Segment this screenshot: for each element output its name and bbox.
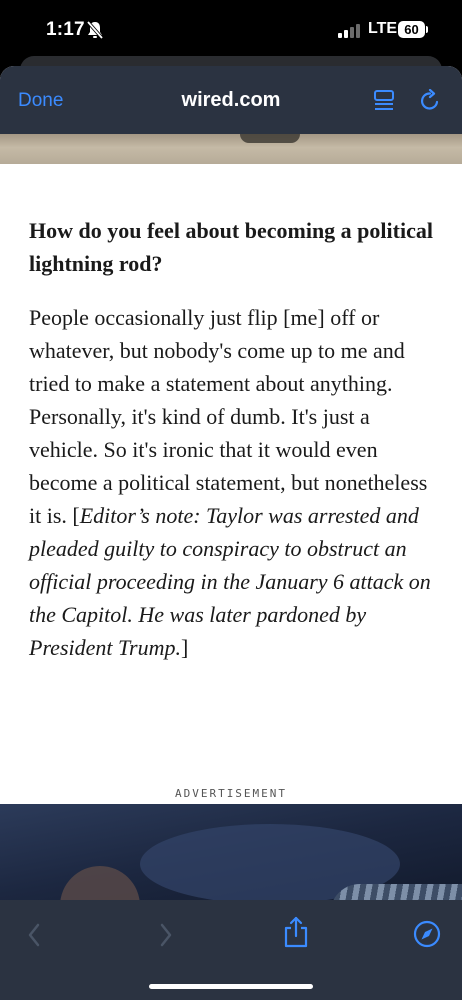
closing-bracket: ] [180, 635, 189, 660]
article-body: How do you feel about becoming a politic… [29, 214, 439, 664]
article-photo [0, 134, 462, 164]
share-icon[interactable] [283, 916, 309, 953]
browser-sheet: Done wired.com How do you feel about bec… [0, 66, 462, 1000]
network-type: LTE [368, 20, 398, 37]
compass-icon[interactable] [413, 920, 441, 953]
reader-mode-icon[interactable] [373, 89, 395, 118]
signal-bars-icon [338, 24, 362, 43]
advertisement-label: ADVERTISEMENT [174, 787, 288, 800]
back-icon[interactable] [26, 922, 42, 953]
status-bar: 1:17 LTE 60 [0, 0, 462, 62]
battery-icon: 60 [398, 21, 428, 38]
browser-toolbar: Done wired.com [0, 66, 462, 134]
answer-text: People occasionally just flip [me] off o… [29, 305, 428, 528]
bell-slash-icon [86, 20, 104, 45]
advertisement-image[interactable] [0, 804, 462, 904]
interview-answer: People occasionally just flip [me] off o… [29, 301, 439, 664]
editor-note: Editor’s note: Taylor was arrested and p… [29, 503, 431, 660]
reload-icon[interactable] [419, 88, 441, 118]
interview-question: How do you feel about becoming a politic… [29, 218, 433, 276]
forward-icon[interactable] [158, 922, 174, 953]
status-time: 1:17 [46, 19, 85, 40]
home-indicator[interactable] [149, 984, 313, 989]
battery-level: 60 [398, 21, 425, 38]
